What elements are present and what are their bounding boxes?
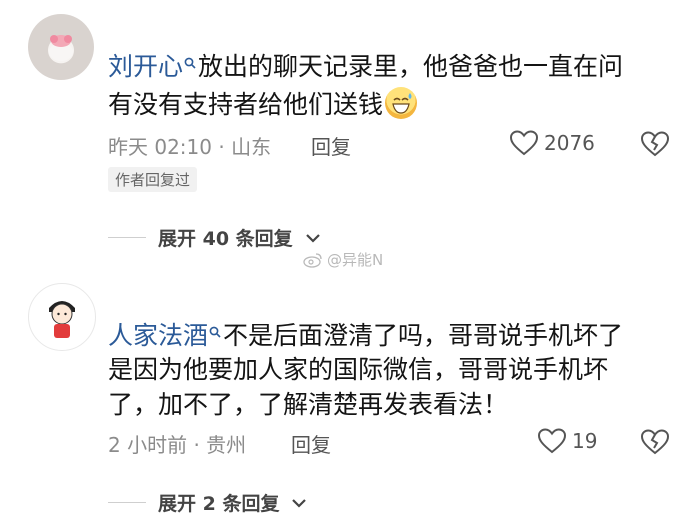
like-count-2: 19 xyxy=(572,429,598,453)
divider-line xyxy=(108,502,146,503)
mention-link-2[interactable]: 人家法酒 xyxy=(108,321,223,350)
expand-replies-1[interactable]: 展开 40 条回复 xyxy=(108,224,321,251)
dislike-button-2[interactable] xyxy=(640,429,670,459)
weibo-icon xyxy=(303,252,322,268)
avatar-commenter-2[interactable] xyxy=(28,283,96,351)
like-button-1[interactable]: 2076 xyxy=(510,130,595,156)
reply-button-2[interactable]: 回复 xyxy=(291,429,331,458)
grinning-sweat-emoji-icon xyxy=(385,87,418,119)
avatar-commenter-1[interactable] xyxy=(28,14,94,80)
comment-text-2-line3: 了，加不了，了解清楚再发表看法！ xyxy=(108,390,509,419)
dislike-button-1[interactable] xyxy=(640,131,670,161)
heart-outline-icon xyxy=(510,130,538,156)
timestamp-location-1: 昨天 02:10 · 山东 xyxy=(108,135,272,159)
like-button-2[interactable]: 19 xyxy=(538,428,597,454)
comment-text-2-line2: 是因为他要加人家的国际微信，哥哥说手机坏 xyxy=(108,355,609,384)
watermark-text: @异能N xyxy=(327,251,384,269)
like-count-1: 2076 xyxy=(544,131,595,155)
reply-button-1[interactable]: 回复 xyxy=(311,131,351,160)
search-mention-icon xyxy=(209,326,221,338)
chevron-down-icon xyxy=(292,498,307,508)
search-mention-icon xyxy=(184,57,196,69)
broken-heart-icon xyxy=(640,429,670,455)
heart-outline-icon xyxy=(538,428,566,454)
broken-heart-icon xyxy=(640,131,670,157)
timestamp-location-2: 2 小时前 · 贵州 xyxy=(108,433,247,457)
comment-text-1: 刘开心 放出的聊天记录里，他爸爸也一直在问 xyxy=(108,52,624,81)
chevron-down-icon xyxy=(305,233,320,243)
expand-replies-label-2: 展开 2 条回复 xyxy=(158,493,280,515)
expand-replies-2[interactable]: 展开 2 条回复 xyxy=(108,489,307,516)
divider-line xyxy=(108,237,146,238)
author-replied-badge: 作者回复过 xyxy=(108,167,198,192)
comment-text-2: 人家法酒 不是后面澄清了吗，哥哥说手机坏了 xyxy=(108,321,624,350)
comment-text-1-line2: 有没有支持者给他们送钱 xyxy=(108,87,418,123)
mention-link-1[interactable]: 刘开心 xyxy=(108,52,198,81)
weibo-watermark: @异能N xyxy=(303,249,383,270)
expand-replies-label-1: 展开 40 条回复 xyxy=(158,228,293,250)
